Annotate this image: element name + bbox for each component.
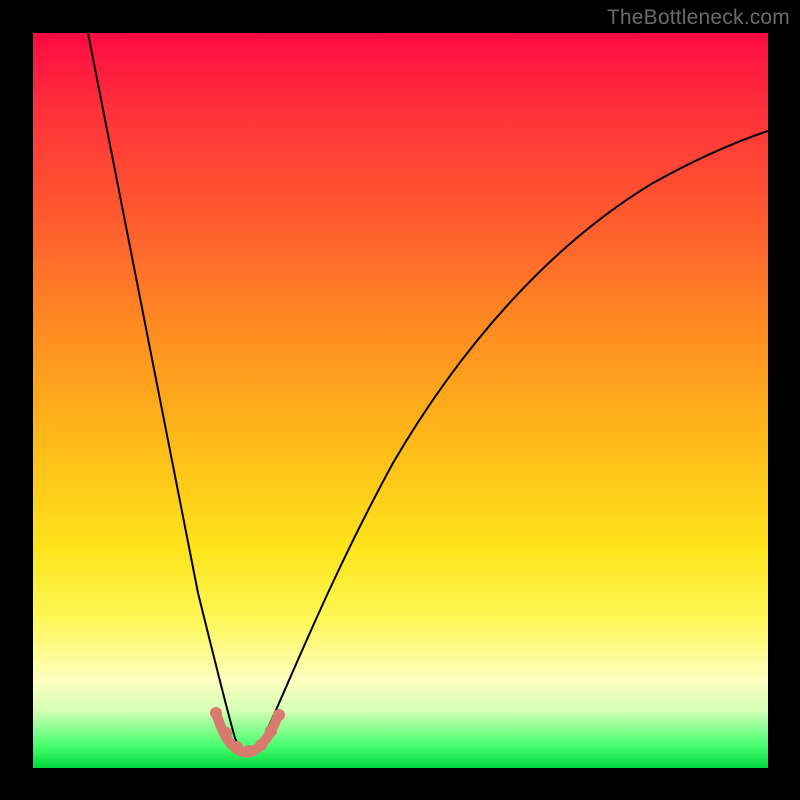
bottleneck-curve [33, 33, 768, 768]
curve-path [88, 33, 768, 753]
valley-dots [210, 707, 285, 757]
chart-frame: TheBottleneck.com [0, 0, 800, 800]
plot-area [33, 33, 768, 768]
watermark-text: TheBottleneck.com [607, 6, 790, 30]
